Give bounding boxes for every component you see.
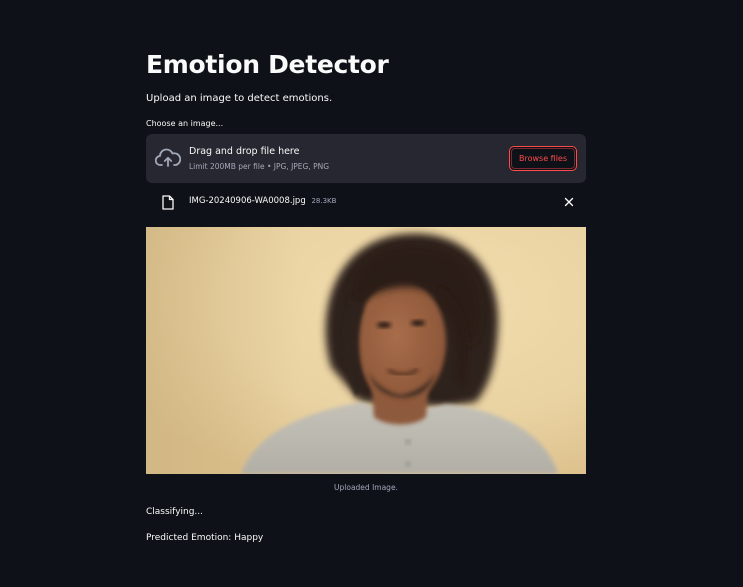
uploaded-file-name: IMG-20240906-WA0008.jpg xyxy=(189,196,306,206)
browse-files-label: Browse files xyxy=(518,153,568,163)
uploaded-file-row: IMG-20240906-WA0008.jpg 28.3KB xyxy=(146,192,586,214)
file-uploader-label: Choose an image... xyxy=(146,119,224,128)
dropzone-text: Drag and drop file here xyxy=(189,146,300,157)
close-icon[interactable] xyxy=(562,195,576,209)
file-dropzone[interactable]: Drag and drop file here Limit 200MB per … xyxy=(146,134,586,183)
browse-files-button[interactable]: Browse files xyxy=(509,146,577,171)
classifying-status: Classifying... xyxy=(146,507,204,517)
image-caption: Uploaded Image. xyxy=(334,483,398,492)
page-subtitle: Upload an image to detect emotions. xyxy=(146,93,333,104)
cloud-upload-icon xyxy=(155,148,181,167)
prediction-result: Predicted Emotion: Happy xyxy=(146,533,264,543)
uploaded-file-size: 28.3KB xyxy=(311,197,337,205)
uploaded-image xyxy=(146,227,586,474)
uploaded-file-info: IMG-20240906-WA0008.jpg 28.3KB xyxy=(189,195,336,208)
portrait-photo xyxy=(146,227,586,474)
page-title: Emotion Detector xyxy=(146,50,389,79)
file-icon xyxy=(162,195,174,210)
dropzone-limit-text: Limit 200MB per file • JPG, JPEG, PNG xyxy=(189,162,330,171)
dropzone-instructions: Drag and drop file here Limit 200MB per … xyxy=(189,145,329,173)
